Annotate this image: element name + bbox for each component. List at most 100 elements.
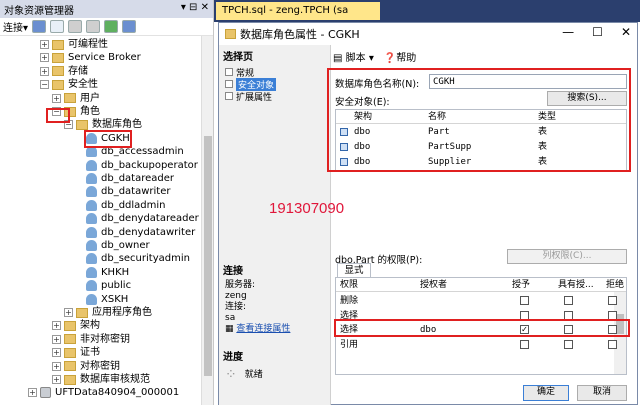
tree-node[interactable]: + 对称密钥 bbox=[52, 360, 120, 373]
role-icon bbox=[86, 159, 97, 171]
permission-name: 删除 bbox=[340, 296, 359, 306]
highlight-securables bbox=[327, 68, 631, 172]
deny-checkbox[interactable] bbox=[608, 296, 617, 305]
role-icon bbox=[86, 240, 97, 251]
tab-tpch-sql[interactable]: TPCH.sql - zeng.TPCH (sa (54))* bbox=[216, 2, 380, 34]
tree-node[interactable]: KHKH bbox=[86, 266, 129, 279]
dialog-app-icon bbox=[225, 29, 236, 39]
page-general[interactable]: 常规 bbox=[219, 66, 330, 79]
disconnect-icon[interactable] bbox=[50, 20, 65, 33]
tree-node[interactable]: + 证书 bbox=[52, 346, 100, 359]
tree-node[interactable]: db_owner bbox=[86, 239, 150, 252]
tree-node[interactable]: + 用户 bbox=[52, 92, 100, 105]
tree-node[interactable]: db_denydatawriter bbox=[86, 226, 195, 239]
minimize-icon[interactable]: — bbox=[562, 25, 574, 39]
tree-node-label: XSKH bbox=[101, 293, 129, 305]
highlight-roles bbox=[46, 108, 70, 123]
document-tabs: TPCH.sql - zeng.TPCH (sa (54))* bbox=[214, 0, 640, 34]
column-header[interactable]: 具有授... bbox=[558, 278, 604, 292]
connect-value: sa bbox=[225, 313, 236, 323]
checkbox-cell bbox=[520, 338, 534, 352]
refresh-icon[interactable] bbox=[104, 20, 119, 33]
grant-checkbox[interactable] bbox=[520, 296, 529, 305]
dialog-title: 数据库角色属性 - CGKH bbox=[240, 28, 360, 41]
permission-row[interactable]: 引用 bbox=[336, 338, 626, 352]
deny-checkbox[interactable] bbox=[608, 339, 617, 349]
collapse-icon[interactable]: − bbox=[40, 80, 49, 90]
object-explorer-scrollbar[interactable] bbox=[201, 36, 213, 405]
expand-icon[interactable]: + bbox=[52, 375, 61, 384]
tree-node[interactable]: + UFTData840904_000001 bbox=[28, 386, 179, 399]
expand-icon[interactable]: + bbox=[40, 53, 49, 63]
expand-icon[interactable]: + bbox=[28, 388, 37, 398]
progress-status-row: ⁘ 就绪 bbox=[219, 367, 330, 383]
tree-node[interactable]: − 安全性 bbox=[40, 78, 98, 91]
tree-node[interactable]: db_datareader bbox=[86, 172, 174, 185]
permission-row[interactable]: 删除 bbox=[336, 294, 626, 308]
column-header[interactable]: 拒绝 bbox=[606, 278, 626, 292]
folder-icon bbox=[64, 347, 76, 358]
tab-explicit[interactable]: 显式 bbox=[337, 263, 371, 278]
stop-icon[interactable] bbox=[68, 20, 83, 33]
checkbox-cell bbox=[608, 338, 622, 352]
script-button[interactable]: ▤ 脚本 ▾ bbox=[333, 49, 374, 64]
pin-icon[interactable]: ▾ ⊟ ✕ bbox=[181, 2, 209, 13]
expand-icon[interactable]: + bbox=[52, 93, 61, 103]
activity-monitor-icon[interactable] bbox=[122, 20, 137, 33]
select-page-header: 选择页 bbox=[219, 45, 330, 66]
tree-node[interactable]: db_denydatareader bbox=[86, 212, 199, 225]
grant-checkbox[interactable] bbox=[520, 339, 529, 349]
tree-node[interactable]: + Service Broker bbox=[40, 51, 141, 64]
checkbox-cell bbox=[564, 294, 578, 308]
highlight-select-dbo bbox=[334, 319, 630, 337]
tree-node[interactable]: XSKH bbox=[86, 293, 128, 306]
filter-icon[interactable] bbox=[86, 20, 101, 33]
expand-icon[interactable]: + bbox=[40, 40, 49, 49]
tree-node[interactable]: db_backupoperator bbox=[86, 159, 198, 172]
column-header[interactable]: 授权者 bbox=[420, 278, 494, 292]
view-connection-link[interactable]: ▦ 查看连接属性 bbox=[219, 324, 330, 335]
tree-node-label: 数据库审核规范 bbox=[80, 374, 150, 385]
folder-icon bbox=[76, 307, 88, 318]
expand-icon[interactable]: + bbox=[52, 348, 61, 358]
folder-icon bbox=[64, 334, 76, 345]
server-label: 服务器: bbox=[225, 280, 256, 290]
role-icon bbox=[86, 253, 97, 265]
expand-icon[interactable]: + bbox=[52, 321, 61, 331]
expand-icon[interactable]: + bbox=[52, 361, 61, 371]
expand-icon[interactable]: + bbox=[40, 66, 49, 76]
expand-icon[interactable]: + bbox=[52, 334, 61, 344]
tree-node[interactable]: + 数据库审核规范 bbox=[52, 373, 150, 386]
connect-button[interactable]: 连接▾ bbox=[3, 19, 28, 34]
column-permissions-button[interactable]: 列权限(C)... bbox=[507, 249, 627, 264]
role-icon bbox=[86, 173, 97, 184]
column-header[interactable]: 授予 bbox=[512, 278, 562, 292]
page-securables[interactable]: 安全对象 bbox=[219, 77, 330, 91]
ok-button[interactable]: 确定 bbox=[523, 385, 569, 401]
spinner-icon: ⁘ bbox=[225, 367, 237, 383]
close-icon[interactable]: ✕ bbox=[621, 25, 631, 39]
maximize-icon[interactable]: ☐ bbox=[592, 25, 603, 39]
cancel-button[interactable]: 取消 bbox=[577, 385, 627, 401]
tree-node[interactable]: public bbox=[86, 279, 131, 292]
tree-node[interactable]: db_ddladmin bbox=[86, 199, 166, 212]
tree-node[interactable]: + 架构 bbox=[52, 319, 100, 332]
with-grant-checkbox[interactable] bbox=[564, 339, 573, 349]
help-button[interactable]: ❓帮助 bbox=[384, 49, 416, 64]
object-explorer-title-text: 对象资源管理器 bbox=[4, 6, 74, 17]
connect-icon[interactable] bbox=[32, 20, 47, 33]
tree-node[interactable]: db_datawriter bbox=[86, 185, 170, 198]
tree-node[interactable]: + 应用程序角色 bbox=[64, 306, 152, 319]
column-header[interactable]: 权限 bbox=[340, 278, 410, 292]
object-explorer-title: 对象资源管理器 ▾ ⊟ ✕ bbox=[0, 0, 213, 18]
tree-node[interactable]: + 非对称密钥 bbox=[52, 333, 130, 346]
folder-icon bbox=[52, 52, 64, 63]
tree-node[interactable]: db_securityadmin bbox=[86, 252, 190, 265]
tree-node[interactable]: + 存储 bbox=[40, 65, 88, 78]
scrollbar-thumb[interactable] bbox=[204, 136, 212, 376]
with-grant-checkbox[interactable] bbox=[564, 296, 573, 305]
page-extended-properties[interactable]: 扩展属性 bbox=[219, 90, 330, 103]
tree-node[interactable]: + 可编程性 bbox=[40, 38, 108, 51]
expand-icon[interactable]: + bbox=[64, 308, 73, 317]
tree-node-label: db_datareader bbox=[101, 173, 175, 184]
